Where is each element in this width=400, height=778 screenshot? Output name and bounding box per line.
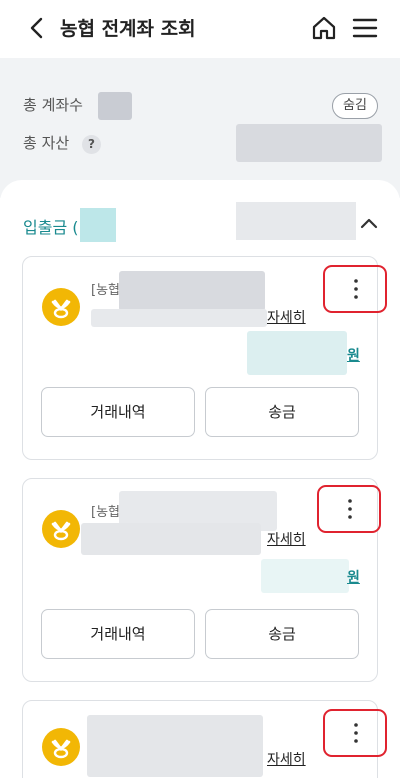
- detail-link[interactable]: 자세히: [267, 749, 306, 769]
- home-icon[interactable]: [310, 14, 338, 42]
- back-arrow-icon[interactable]: [26, 16, 48, 40]
- deposit-section-title[interactable]: 입출금 (: [23, 214, 79, 238]
- hide-button[interactable]: 숨김: [332, 93, 378, 119]
- account-card: [농협 자세히 원 거래내역 송금: [22, 478, 381, 682]
- help-icon[interactable]: ?: [82, 135, 101, 154]
- account-number-masked: [91, 309, 267, 327]
- deposit-total-masked: [236, 202, 356, 240]
- kebab-menu-icon: [348, 499, 352, 519]
- account-name-masked: [119, 271, 265, 311]
- total-assets-label: 총 자산: [23, 134, 70, 152]
- detail-link[interactable]: 자세히: [267, 529, 306, 549]
- nh-logo-icon: [42, 288, 80, 326]
- detail-link[interactable]: 자세히: [267, 307, 306, 327]
- account-name-masked: [87, 715, 263, 777]
- more-options-button[interactable]: [323, 265, 387, 313]
- balance-masked: [247, 331, 347, 375]
- currency-unit: 원: [347, 570, 360, 586]
- transfer-button[interactable]: 송금: [205, 609, 359, 659]
- account-card: 자세히: [22, 700, 387, 778]
- bank-label: [농협: [91, 505, 120, 520]
- deposit-count-masked: [80, 208, 116, 242]
- chevron-up-icon[interactable]: [360, 216, 378, 230]
- account-number-masked: [81, 523, 261, 555]
- total-accounts-value-masked: [98, 92, 132, 120]
- total-accounts-label: 총 계좌수: [23, 96, 83, 114]
- currency-unit: 원: [347, 348, 360, 364]
- bank-label: [농협: [91, 283, 120, 298]
- total-assets-value-masked: [236, 124, 382, 162]
- nh-logo-icon: [42, 728, 80, 766]
- asset-summary: 총 계좌수 숨김 총 자산 ?: [0, 58, 400, 198]
- account-list-panel: 입출금 ( [농협 자세히 원 거래내역 송금 [농협 자세히 원 거래내역 송…: [0, 180, 400, 778]
- hamburger-menu-icon[interactable]: [352, 16, 378, 40]
- more-options-button[interactable]: [317, 485, 381, 533]
- more-options-button[interactable]: [323, 709, 387, 757]
- transaction-history-button[interactable]: 거래내역: [41, 609, 195, 659]
- account-card: [농협 자세히 원 거래내역 송금: [22, 256, 387, 460]
- nh-logo-icon: [42, 510, 80, 548]
- kebab-menu-icon: [354, 723, 358, 743]
- balance-masked: [261, 559, 349, 593]
- transfer-button[interactable]: 송금: [205, 387, 359, 437]
- kebab-menu-icon: [354, 279, 358, 299]
- page-title: 농협 전계좌 조회: [60, 18, 196, 40]
- transaction-history-button[interactable]: 거래내역: [41, 387, 195, 437]
- app-header: 농협 전계좌 조회: [0, 0, 400, 58]
